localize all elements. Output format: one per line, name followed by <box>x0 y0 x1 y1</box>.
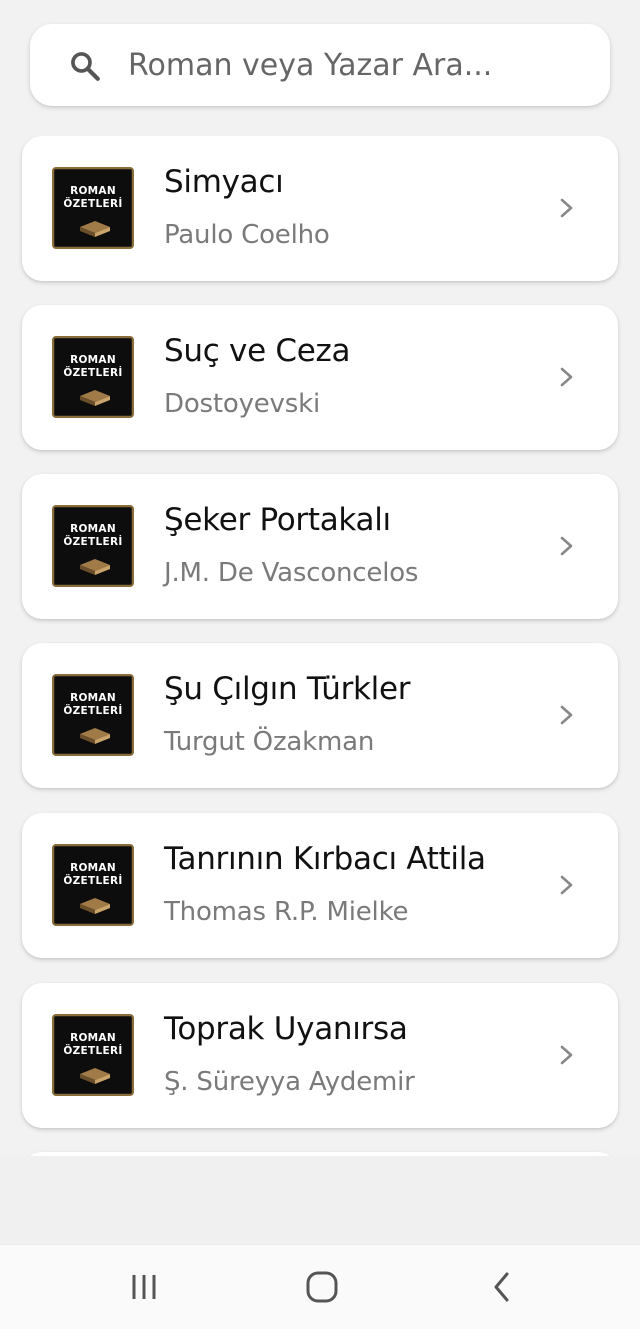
cover-label-line1: ROMAN <box>70 523 116 535</box>
search-icon <box>71 52 100 81</box>
book-author: Dostoyevski <box>164 389 320 419</box>
cover-label-line2: ÖZETLERİ <box>63 1045 123 1057</box>
book-cover: ROMAN ÖZETLERİ <box>52 844 134 926</box>
book-author: J.M. De Vasconcelos <box>164 558 419 588</box>
recent-apps-icon[interactable] <box>122 1265 166 1309</box>
book-card[interactable]: ROMAN ÖZETLERİ Tanrının Kırbacı Attila T… <box>22 813 618 958</box>
chevron-right-icon <box>560 536 573 556</box>
book-title: Tanrının Kırbacı Attila <box>164 841 486 877</box>
book-title: Toprak Uyanırsa <box>164 1011 408 1047</box>
chevron-right-icon <box>560 198 573 218</box>
book-author: Ş. Süreyya Aydemir <box>164 1067 415 1097</box>
book-cover: ROMAN ÖZETLERİ <box>52 674 134 756</box>
cover-label-line1: ROMAN <box>70 692 116 704</box>
cover-label: ROMAN ÖZETLERİ <box>54 862 132 888</box>
cover-label-line1: ROMAN <box>70 185 116 197</box>
search-bar[interactable] <box>30 24 610 106</box>
back-icon[interactable] <box>480 1265 524 1309</box>
search-input[interactable] <box>128 24 588 106</box>
cover-label-line2: ÖZETLERİ <box>63 367 123 379</box>
book-icon <box>80 898 110 914</box>
cover-label-line1: ROMAN <box>70 1032 116 1044</box>
book-title: Suç ve Ceza <box>164 333 351 369</box>
cover-label: ROMAN ÖZETLERİ <box>54 692 132 718</box>
book-icon <box>80 728 110 744</box>
book-title: Şu Çılgın Türkler <box>164 671 411 707</box>
cover-label-line2: ÖZETLERİ <box>63 705 123 717</box>
book-author: Thomas R.P. Mielke <box>164 897 409 927</box>
cover-label: ROMAN ÖZETLERİ <box>54 185 132 211</box>
book-cover: ROMAN ÖZETLERİ <box>52 167 134 249</box>
book-card[interactable]: ROMAN ÖZETLERİ Şu Çılgın Türkler Turgut … <box>22 643 618 788</box>
chevron-right-icon <box>560 705 573 725</box>
cover-label: ROMAN ÖZETLERİ <box>54 354 132 380</box>
book-cover: ROMAN ÖZETLERİ <box>52 1014 134 1096</box>
book-icon <box>80 559 110 575</box>
book-list[interactable]: ROMAN ÖZETLERİ Simyacı Paulo Coelho ROMA… <box>0 136 640 1156</box>
book-icon <box>80 221 110 237</box>
chevron-right-icon <box>560 1045 573 1065</box>
chevron-right-icon <box>560 875 573 895</box>
book-title: Simyacı <box>164 164 284 200</box>
cover-label-line2: ÖZETLERİ <box>63 536 123 548</box>
book-card[interactable]: ROMAN ÖZETLERİ Suç ve Ceza Dostoyevski <box>22 305 618 450</box>
cover-label: ROMAN ÖZETLERİ <box>54 523 132 549</box>
chevron-right-icon <box>560 367 573 387</box>
cover-label-line2: ÖZETLERİ <box>63 875 123 887</box>
system-navigation-bar <box>0 1244 640 1329</box>
book-icon <box>80 390 110 406</box>
cover-label: ROMAN ÖZETLERİ <box>54 1032 132 1058</box>
home-icon[interactable] <box>300 1265 344 1309</box>
book-author: Paulo Coelho <box>164 220 330 250</box>
book-icon <box>80 1068 110 1084</box>
book-card[interactable]: ROMAN ÖZETLERİ Simyacı Paulo Coelho <box>22 136 618 281</box>
cover-label-line1: ROMAN <box>70 354 116 366</box>
book-author: Turgut Özakman <box>164 727 375 757</box>
empty-footer-area <box>0 1156 640 1244</box>
book-card[interactable]: ROMAN ÖZETLERİ Şeker Portakalı J.M. De V… <box>22 474 618 619</box>
book-cover: ROMAN ÖZETLERİ <box>52 336 134 418</box>
book-title: Şeker Portakalı <box>164 502 391 538</box>
cover-label-line2: ÖZETLERİ <box>63 198 123 210</box>
book-card[interactable]: ROMAN ÖZETLERİ Toprak Uyanırsa Ş. Süreyy… <box>22 983 618 1128</box>
book-cover: ROMAN ÖZETLERİ <box>52 505 134 587</box>
cover-label-line1: ROMAN <box>70 862 116 874</box>
